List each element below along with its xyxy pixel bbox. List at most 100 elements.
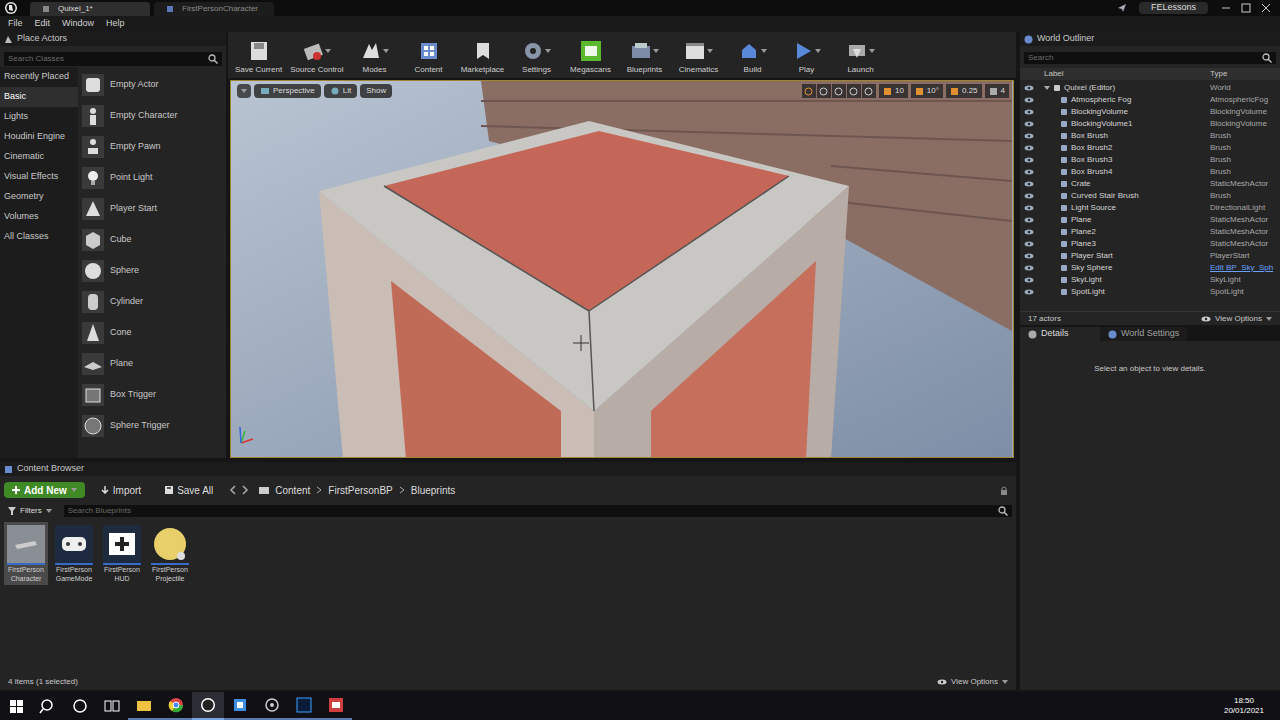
category-item[interactable]: Cinematic [0, 147, 78, 167]
actor-item[interactable]: Empty Pawn [78, 131, 226, 162]
category-item[interactable]: All Classes [0, 227, 78, 247]
asset-tile[interactable]: FirstPersonProjectile [148, 522, 192, 585]
category-item[interactable]: Lights [0, 107, 78, 127]
toolbar-button[interactable]: Marketplace [457, 40, 509, 76]
save-all-button[interactable]: Save All [157, 482, 221, 498]
breadcrumb-item[interactable]: Blueprints [411, 483, 455, 498]
taskbar-button[interactable] [96, 692, 128, 720]
search-field[interactable] [8, 53, 208, 65]
search-field[interactable] [68, 505, 998, 517]
category-item[interactable]: Houdini Engine [0, 127, 78, 147]
actor-item[interactable]: Empty Character [78, 100, 226, 131]
category-item[interactable]: Visual Effects [0, 167, 78, 187]
show-button[interactable]: Show [360, 84, 392, 98]
camera-speed-button[interactable]: 4 [985, 84, 1009, 98]
taskbar-button[interactable] [256, 692, 288, 720]
toolbar-button[interactable]: Play [781, 40, 833, 76]
taskbar-button[interactable] [160, 692, 192, 720]
outliner-row[interactable]: Plane3StaticMeshActor [1020, 238, 1280, 250]
edit-blueprint-link[interactable]: Edit BP_Sky_Sph [1210, 262, 1276, 274]
asset-tile[interactable]: FirstPersonCharacter [4, 522, 48, 585]
document-tab[interactable]: Quixel_1* [30, 2, 150, 16]
taskbar-button[interactable] [0, 692, 32, 720]
taskbar-button[interactable] [32, 692, 64, 720]
toolbar-button[interactable]: Content [403, 40, 455, 76]
taskbar-button[interactable] [128, 692, 160, 720]
outliner-row[interactable]: BlockingVolume1BlockingVolume [1020, 118, 1280, 130]
viewport-menu-button[interactable] [237, 84, 251, 98]
outliner-row[interactable]: Box Brush2Brush [1020, 142, 1280, 154]
menu-item[interactable]: File [8, 17, 23, 31]
actor-item[interactable]: Box Trigger [78, 379, 226, 410]
taskbar-button[interactable] [64, 692, 96, 720]
toolbar-button[interactable]: Megascans [565, 40, 617, 76]
actor-item[interactable]: Sphere [78, 255, 226, 286]
document-tab[interactable]: FirstPersonCharacter [154, 2, 274, 16]
outliner-row[interactable]: Light SourceDirectionalLight [1020, 202, 1280, 214]
toolbar-button[interactable]: Save Current [232, 40, 285, 76]
breadcrumb-item[interactable]: FirstPersonBP [328, 483, 392, 498]
actor-item[interactable]: Plane [78, 348, 226, 379]
actor-item[interactable]: Cube [78, 224, 226, 255]
panel-tab[interactable]: World Settings [1100, 327, 1187, 341]
menu-item[interactable]: Help [106, 17, 125, 31]
view-options-button[interactable]: View Options [1201, 313, 1272, 325]
toolbar-button[interactable]: Blueprints [619, 40, 671, 76]
outliner-row[interactable]: Box BrushBrush [1020, 130, 1280, 142]
taskbar-button[interactable] [224, 692, 256, 720]
rotation-snap-button[interactable]: 10° [911, 84, 943, 98]
lit-button[interactable]: Lit [324, 84, 357, 98]
taskbar-button[interactable] [320, 692, 352, 720]
scale-snap-button[interactable]: 0.25 [946, 84, 982, 98]
panel-tab[interactable]: Details [1020, 327, 1100, 341]
category-item[interactable]: Basic [0, 87, 78, 107]
filters-button[interactable]: Filters [4, 505, 56, 517]
add-new-button[interactable]: Add New [4, 482, 85, 498]
grid-snap-button[interactable]: 10 [879, 84, 908, 98]
transform-tool[interactable] [802, 84, 816, 98]
outliner-row[interactable]: CrateStaticMeshActor [1020, 178, 1280, 190]
outliner-row[interactable]: Box Brush4Brush [1020, 166, 1280, 178]
outliner-row[interactable]: Sky SphereEdit BP_Sky_Sph [1020, 262, 1280, 274]
import-button[interactable]: Import [93, 482, 149, 498]
actor-item[interactable]: Player Start [78, 193, 226, 224]
outliner-row[interactable]: Curved Stair BrushBrush [1020, 190, 1280, 202]
actor-item[interactable]: Empty Actor [78, 69, 226, 100]
search-field[interactable] [1028, 52, 1262, 64]
breadcrumb-item[interactable]: Content [275, 483, 310, 498]
actor-item[interactable]: Sphere Trigger [78, 410, 226, 441]
transform-tool[interactable] [847, 84, 861, 98]
view-options-button[interactable]: View Options [937, 676, 1008, 688]
toolbar-button[interactable]: Settings [511, 40, 563, 76]
outliner-row[interactable]: PlaneStaticMeshActor [1020, 214, 1280, 226]
taskbar-button[interactable] [288, 692, 320, 720]
taskbar-button[interactable] [192, 692, 224, 720]
outliner-row[interactable]: Atmospheric FogAtmosphericFog [1020, 94, 1280, 106]
transform-tool[interactable] [817, 84, 831, 98]
toolbar-button[interactable]: Launch [835, 40, 887, 76]
category-item[interactable]: Volumes [0, 207, 78, 227]
asset-tile[interactable]: FirstPersonGameMode [52, 522, 96, 585]
menu-item[interactable]: Edit [35, 17, 51, 31]
asset-tile[interactable]: FirstPersonHUD [100, 522, 144, 585]
outliner-row[interactable]: SkyLightSkyLight [1020, 274, 1280, 286]
menu-item[interactable]: Window [62, 17, 94, 31]
transform-tool[interactable] [832, 84, 846, 98]
outliner-row[interactable]: BlockingVolumeBlockingVolume [1020, 106, 1280, 118]
outliner-row[interactable]: Quixel (Editor)World [1020, 82, 1280, 94]
outliner-row[interactable]: Plane2StaticMeshActor [1020, 226, 1280, 238]
toolbar-button[interactable]: Build [727, 40, 779, 76]
actor-item[interactable]: Point Light [78, 162, 226, 193]
outliner-row[interactable]: Player StartPlayerStart [1020, 250, 1280, 262]
category-item[interactable]: Recently Placed [0, 67, 78, 87]
toolbar-button[interactable]: Source Control [287, 40, 346, 76]
perspective-button[interactable]: Perspective [254, 84, 321, 98]
transform-tool[interactable] [862, 84, 876, 98]
outliner-row[interactable]: SpotLightSpotLight [1020, 286, 1280, 298]
actor-item[interactable]: Cylinder [78, 286, 226, 317]
category-item[interactable]: Geometry [0, 187, 78, 207]
toolbar-button[interactable]: Modes [349, 40, 401, 76]
actor-item[interactable]: Cone [78, 317, 226, 348]
outliner-row[interactable]: Box Brush3Brush [1020, 154, 1280, 166]
toolbar-button[interactable]: Cinematics [673, 40, 725, 76]
